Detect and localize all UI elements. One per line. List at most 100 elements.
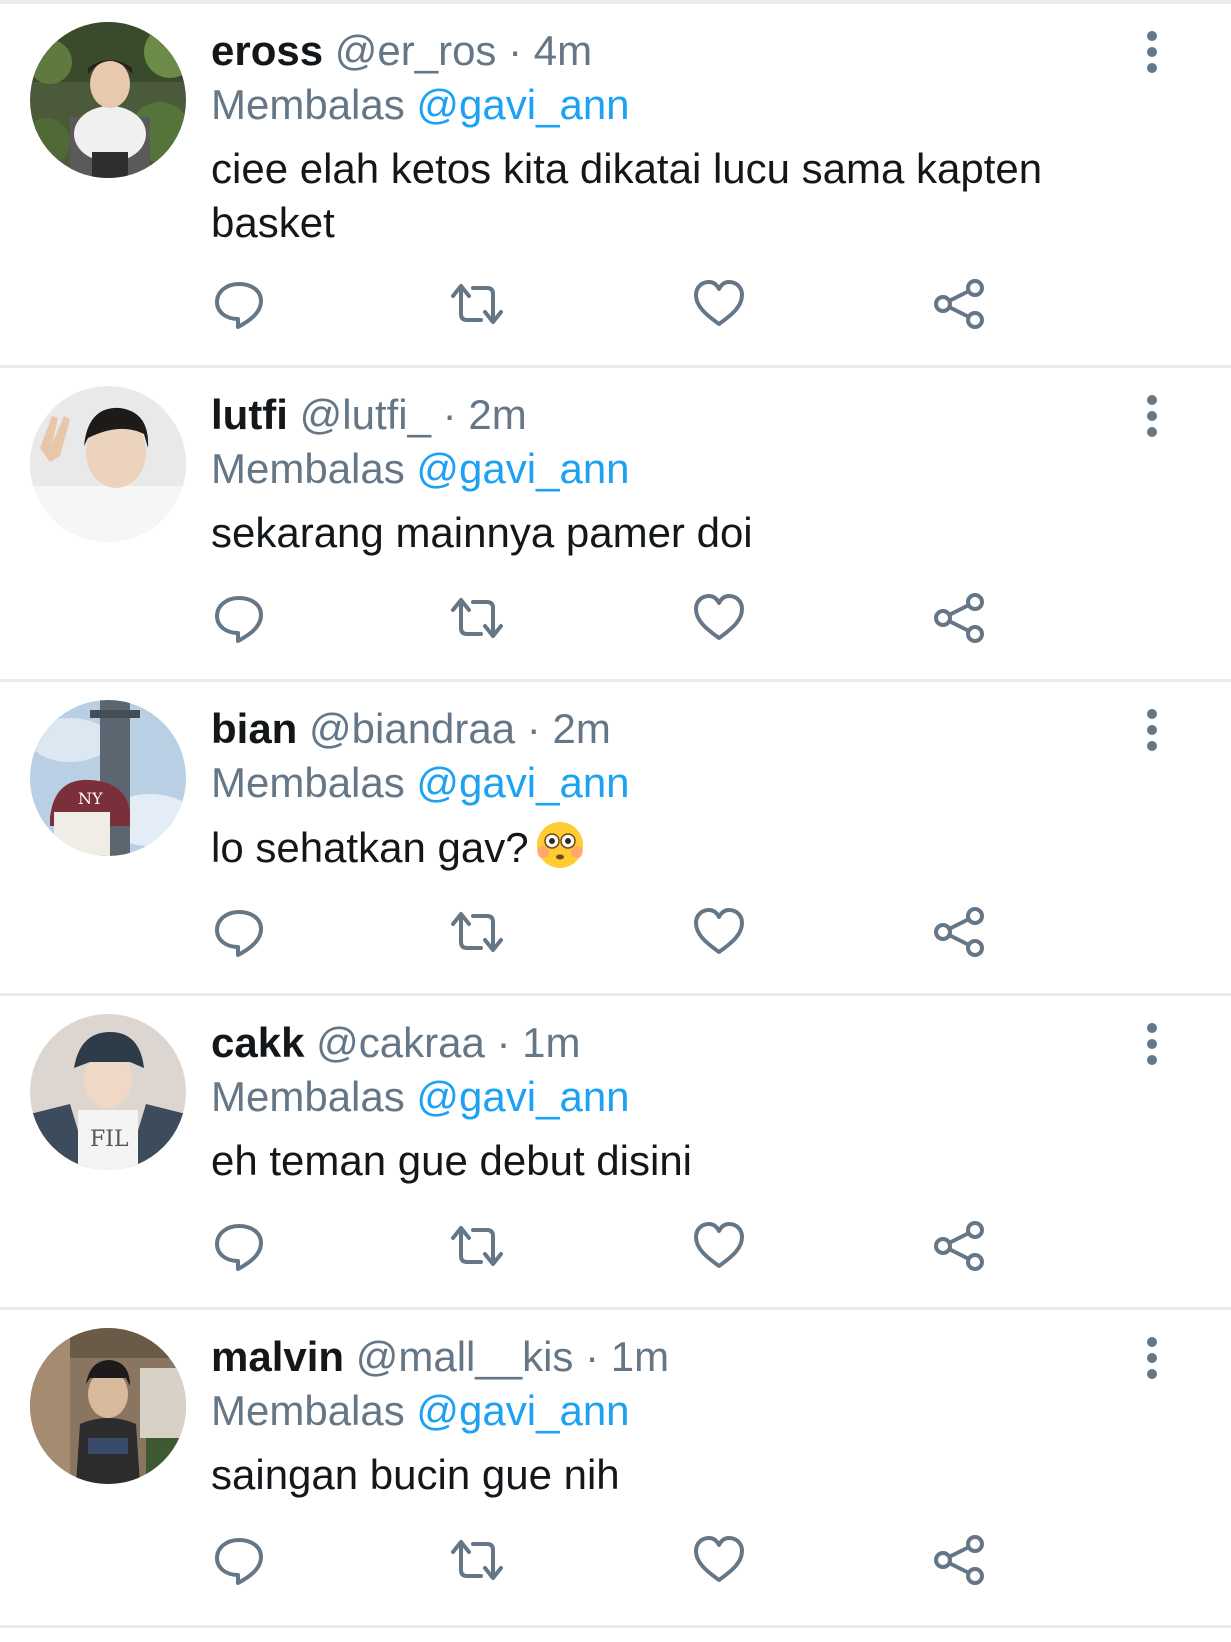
tweet-content: bian @biandraa · 2m Membalas @gavi_ann l… <box>211 702 1141 875</box>
separator-dot: · <box>585 1333 600 1380</box>
timestamp[interactable]: 1m <box>611 1333 669 1380</box>
like-icon[interactable] <box>691 1532 747 1588</box>
retweet-icon[interactable] <box>449 590 505 646</box>
like-icon[interactable] <box>691 276 747 332</box>
more-vertical-icon[interactable] <box>1132 28 1172 78</box>
like-icon[interactable] <box>691 590 747 646</box>
action-bar <box>211 590 991 646</box>
tweet-text: sekarang mainnya pamer doi <box>211 509 753 556</box>
tweet-header: lutfi @lutfi_ · 2m <box>211 388 1141 442</box>
display-name[interactable]: lutfi <box>211 391 288 438</box>
tweet-content: lutfi @lutfi_ · 2m Membalas @gavi_ann se… <box>211 388 1141 560</box>
like-icon[interactable] <box>691 1218 747 1274</box>
avatar-image-lutfi <box>30 386 186 542</box>
separator-dot: · <box>442 391 457 438</box>
display-name[interactable]: bian <box>211 705 297 752</box>
tweet-text-content: lo sehatkan gav? <box>211 824 529 871</box>
reply-prefix: Membalas <box>211 81 405 128</box>
replying-to: Membalas @gavi_ann <box>211 1384 1141 1438</box>
action-bar <box>211 1218 991 1274</box>
user-handle[interactable]: @lutfi_ <box>300 391 431 438</box>
avatar-image-malvin <box>30 1328 186 1484</box>
svg-text:NY: NY <box>78 789 103 808</box>
reply-prefix: Membalas <box>211 445 405 492</box>
replying-to: Membalas @gavi_ann <box>211 442 1141 496</box>
tweet-card[interactable]: eross @er_ros · 4m Membalas @gavi_ann ci… <box>0 4 1231 368</box>
reply-target-link[interactable]: @gavi_ann <box>416 1073 629 1120</box>
action-bar <box>211 1532 991 1588</box>
separator-dot: · <box>508 27 523 74</box>
reply-icon[interactable] <box>211 590 267 646</box>
tweet-card[interactable]: malvin @mall__kis · 1m Membalas @gavi_an… <box>0 1310 1231 1628</box>
tweet-text: lo sehatkan gav? <box>211 820 1141 875</box>
user-handle[interactable]: @er_ros <box>335 27 497 74</box>
replying-to: Membalas @gavi_ann <box>211 78 1141 132</box>
reply-feed: eross @er_ros · 4m Membalas @gavi_ann ci… <box>0 4 1231 1628</box>
avatar-shirt-text: FIL <box>90 1127 129 1152</box>
avatar-image-bian: NY <box>30 700 186 856</box>
tweet-text: ciee elah ketos kita dikatai lucu sama k… <box>211 145 1043 246</box>
timestamp[interactable]: 2m <box>468 391 526 438</box>
replying-to: Membalas @gavi_ann <box>211 1070 1141 1124</box>
timestamp[interactable]: 1m <box>522 1019 580 1066</box>
share-icon[interactable] <box>931 590 987 646</box>
reply-prefix: Membalas <box>211 1387 405 1434</box>
action-bar <box>211 276 991 332</box>
retweet-icon[interactable] <box>449 1218 505 1274</box>
reply-target-link[interactable]: @gavi_ann <box>416 759 629 806</box>
reply-icon[interactable] <box>211 904 267 960</box>
reply-target-link[interactable]: @gavi_ann <box>416 1387 629 1434</box>
share-icon[interactable] <box>931 276 987 332</box>
flushed-face-emoji <box>536 822 583 868</box>
reply-target-link[interactable]: @gavi_ann <box>416 81 629 128</box>
avatar[interactable]: NY <box>30 700 186 856</box>
reply-target-link[interactable]: @gavi_ann <box>416 445 629 492</box>
display-name[interactable]: cakk <box>211 1019 304 1066</box>
avatar[interactable]: FIL <box>30 1014 186 1170</box>
avatar-image-eross <box>30 22 186 178</box>
avatar-image-cakk: FIL <box>30 1014 186 1170</box>
tweet-text: saingan bucin gue nih <box>211 1451 620 1498</box>
avatar[interactable] <box>30 22 186 178</box>
tweet-header: cakk @cakraa · 1m <box>211 1016 1141 1070</box>
user-handle[interactable]: @mall__kis <box>356 1333 574 1380</box>
more-vertical-icon[interactable] <box>1132 706 1172 756</box>
tweet-content: cakk @cakraa · 1m Membalas @gavi_ann eh … <box>211 1016 1141 1188</box>
tweet-text: eh teman gue debut disini <box>211 1137 693 1184</box>
timestamp[interactable]: 2m <box>552 705 610 752</box>
reply-icon[interactable] <box>211 1532 267 1588</box>
tweet-header: bian @biandraa · 2m <box>211 702 1141 756</box>
tweet-header: malvin @mall__kis · 1m <box>211 1330 1141 1384</box>
reply-prefix: Membalas <box>211 1073 405 1120</box>
timestamp[interactable]: 4m <box>534 27 592 74</box>
replying-to: Membalas @gavi_ann <box>211 756 1141 810</box>
user-handle[interactable]: @biandraa <box>309 705 515 752</box>
tweet-card[interactable]: FIL cakk @cakraa · 1m Membalas @gavi_ann… <box>0 996 1231 1310</box>
user-handle[interactable]: @cakraa <box>316 1019 485 1066</box>
avatar[interactable] <box>30 1328 186 1484</box>
more-vertical-icon[interactable] <box>1132 1334 1172 1384</box>
action-bar <box>211 904 991 960</box>
tweet-card[interactable]: lutfi @lutfi_ · 2m Membalas @gavi_ann se… <box>0 368 1231 682</box>
reply-icon[interactable] <box>211 276 267 332</box>
tweet-content: eross @er_ros · 4m Membalas @gavi_ann ci… <box>211 24 1141 250</box>
reply-icon[interactable] <box>211 1218 267 1274</box>
display-name[interactable]: eross <box>211 27 323 74</box>
share-icon[interactable] <box>931 904 987 960</box>
share-icon[interactable] <box>931 1218 987 1274</box>
more-vertical-icon[interactable] <box>1132 1020 1172 1070</box>
separator-dot: · <box>526 705 541 752</box>
avatar[interactable] <box>30 386 186 542</box>
separator-dot: · <box>496 1019 511 1066</box>
reply-prefix: Membalas <box>211 759 405 806</box>
retweet-icon[interactable] <box>449 1532 505 1588</box>
like-icon[interactable] <box>691 904 747 960</box>
tweet-card[interactable]: NY bian @biandraa · 2m Membalas @gavi_an… <box>0 682 1231 996</box>
retweet-icon[interactable] <box>449 276 505 332</box>
tweet-header: eross @er_ros · 4m <box>211 24 1141 78</box>
more-vertical-icon[interactable] <box>1132 392 1172 442</box>
tweet-content: malvin @mall__kis · 1m Membalas @gavi_an… <box>211 1330 1141 1502</box>
share-icon[interactable] <box>931 1532 987 1588</box>
display-name[interactable]: malvin <box>211 1333 344 1380</box>
retweet-icon[interactable] <box>449 904 505 960</box>
